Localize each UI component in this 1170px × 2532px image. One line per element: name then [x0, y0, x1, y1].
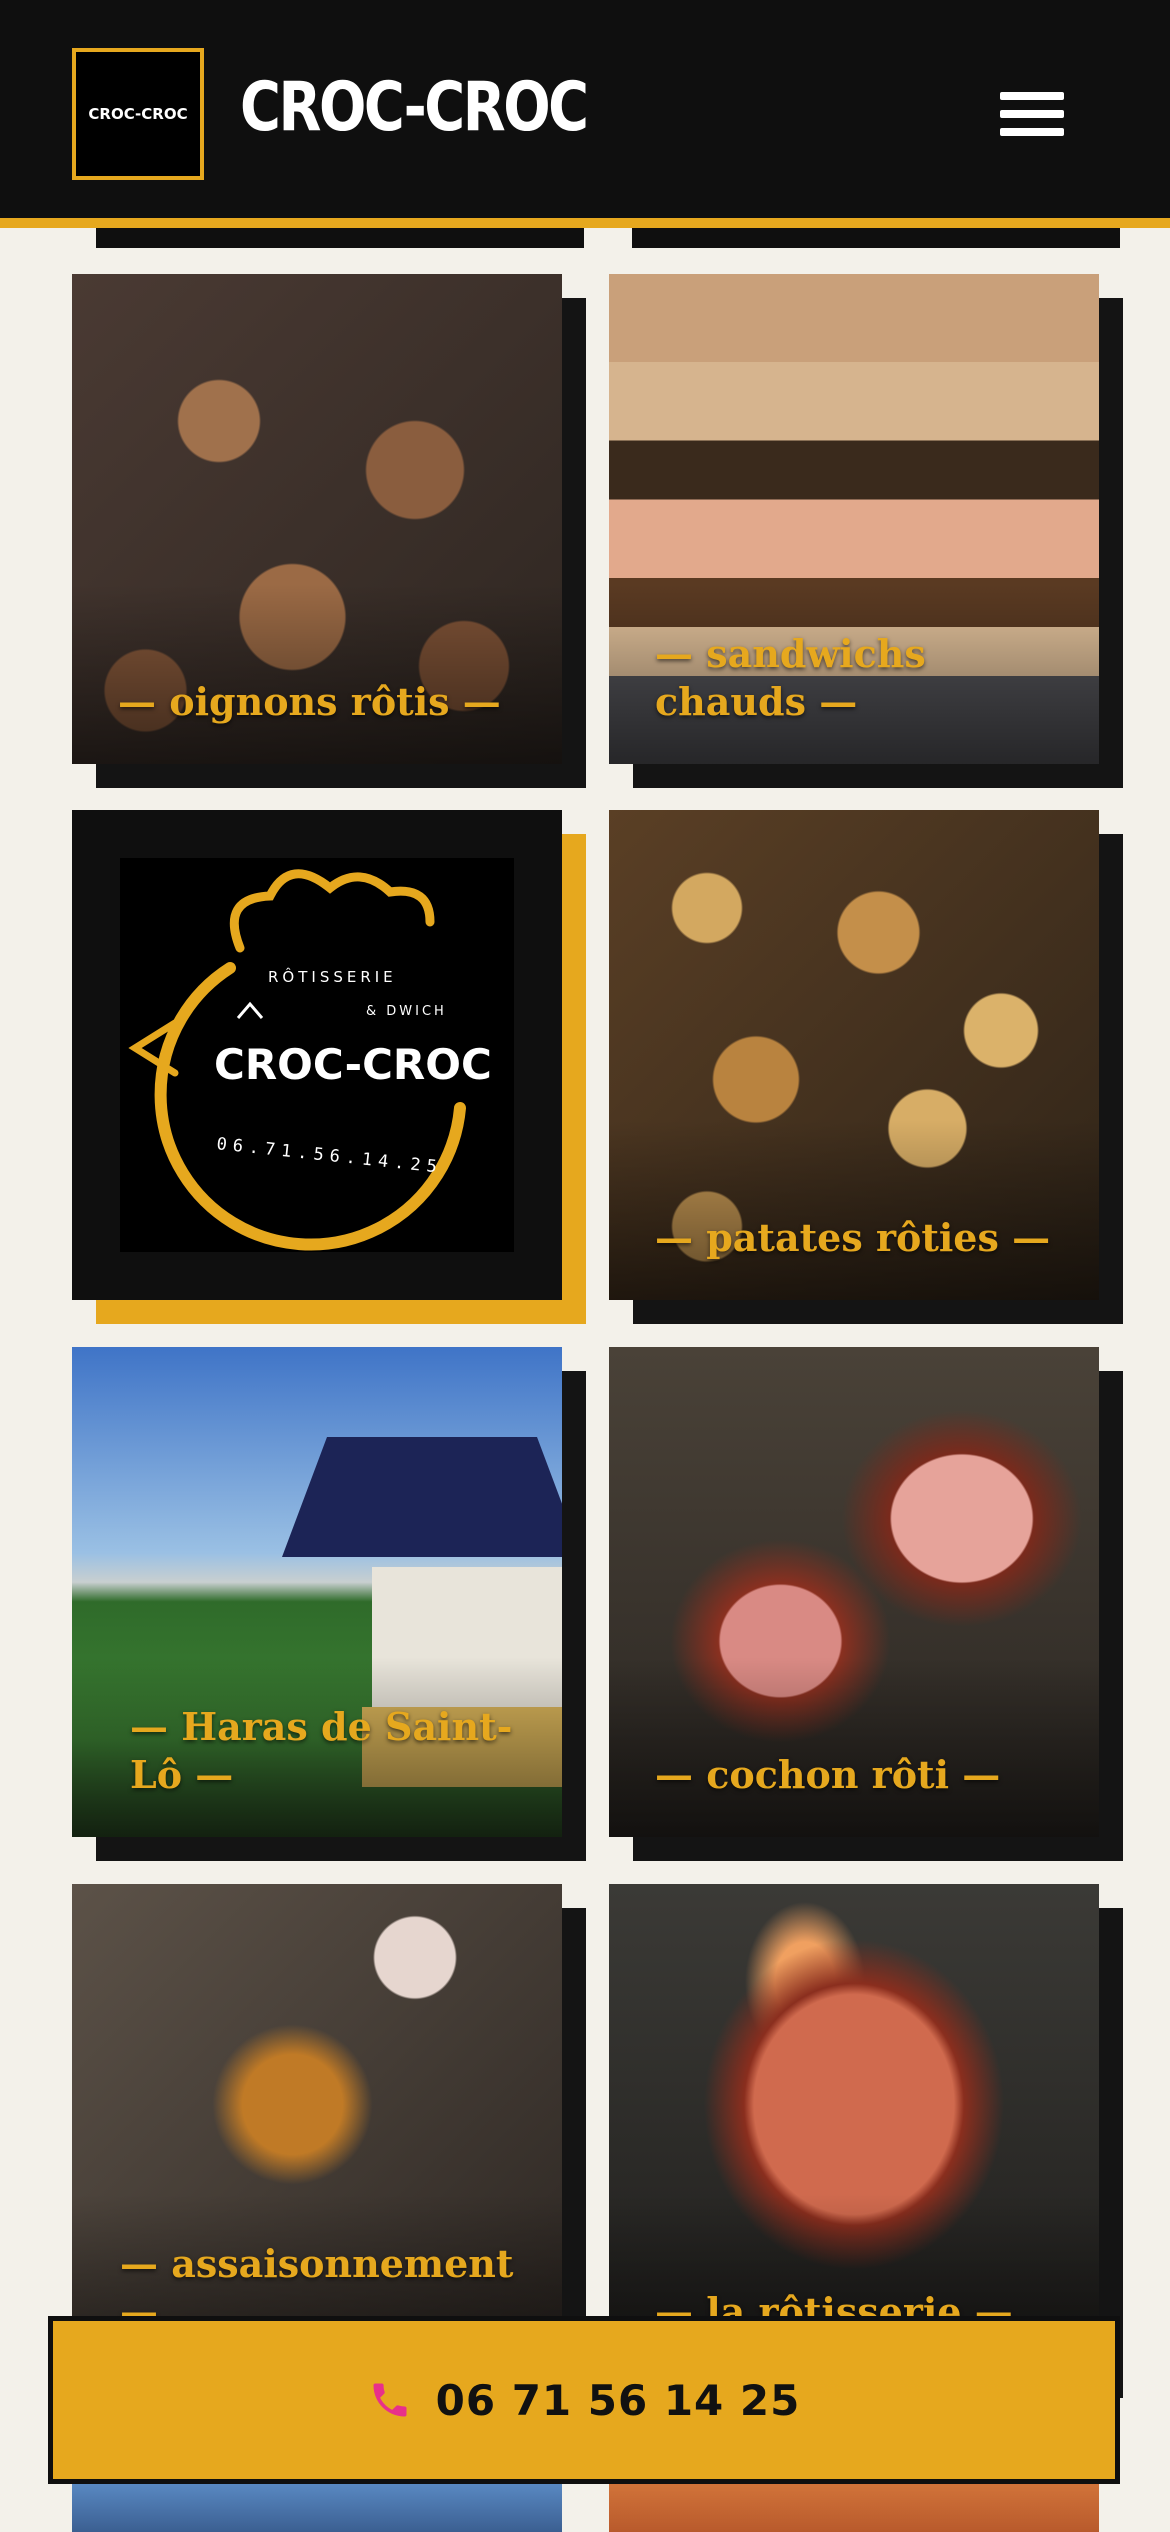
- logo-text: CROC-CROC: [88, 105, 188, 123]
- logo-name-text: CROC-CROC: [214, 1040, 492, 1089]
- brand-name[interactable]: CROC-CROC: [240, 68, 589, 147]
- hamburger-menu-icon[interactable]: [1000, 92, 1064, 136]
- site-header: CROC-CROC CROC-CROC: [0, 0, 1170, 228]
- gallery-card-assaisonnement[interactable]: — assaisonnement —: [72, 1884, 586, 2398]
- card-caption: — patates rôties —: [655, 1215, 1051, 1260]
- previous-card-edge: [96, 228, 584, 248]
- site-logo[interactable]: CROC-CROC: [72, 48, 204, 180]
- gallery-card-logo[interactable]: RÔTISSERIE & DWICH CROC-CROC 06.71.56.14…: [72, 810, 586, 1324]
- phone-icon: [373, 2383, 407, 2417]
- gallery-card-oignons[interactable]: — oignons rôtis —: [72, 274, 586, 788]
- next-card-photo: [72, 2482, 562, 2532]
- gallery-card-haras[interactable]: — Haras de Saint-Lô —: [72, 1347, 586, 1861]
- phone-number: 06 71 56 14 25: [435, 2375, 801, 2425]
- call-button[interactable]: 06 71 56 14 25: [48, 2316, 1120, 2484]
- card-caption: — sandwichs chauds —: [655, 631, 926, 724]
- logo-dwich-text: & DWICH: [366, 1004, 447, 1019]
- gallery-card-cochon[interactable]: — cochon rôti —: [609, 1347, 1123, 1861]
- next-card-photo: [609, 2482, 1099, 2532]
- card-caption: — cochon rôti —: [655, 1752, 1001, 1797]
- gallery-card-sandwichs[interactable]: — sandwichs chauds —: [609, 274, 1123, 788]
- card-caption: — oignons rôtis —: [118, 679, 501, 724]
- gallery-card-patates[interactable]: — patates rôties —: [609, 810, 1123, 1324]
- previous-card-edge: [632, 228, 1120, 248]
- croc-croc-logo: RÔTISSERIE & DWICH CROC-CROC 06.71.56.14…: [120, 858, 514, 1252]
- logo-rotisserie-text: RÔTISSERIE: [268, 968, 397, 986]
- gallery-card-rotisserie[interactable]: — la rôtisserie —: [609, 1884, 1123, 2398]
- card-caption: — Haras de Saint-Lô —: [130, 1704, 513, 1797]
